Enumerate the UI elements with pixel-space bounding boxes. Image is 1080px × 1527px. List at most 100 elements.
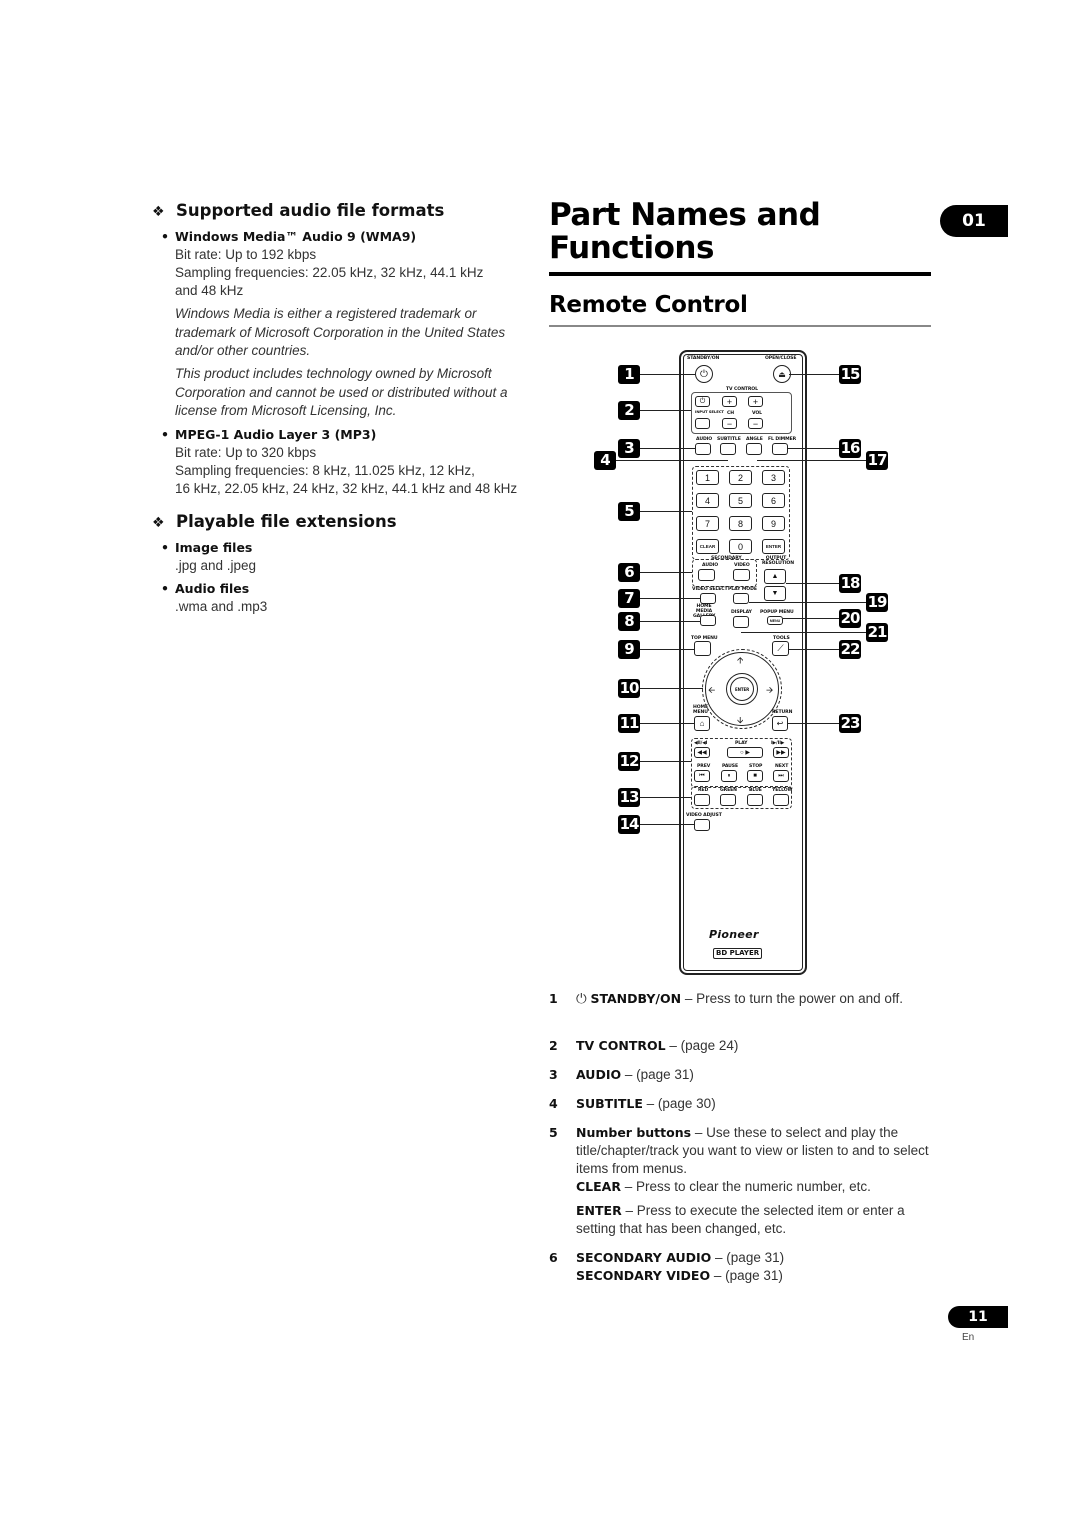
power-icon: ⏻ bbox=[576, 991, 591, 1006]
dpad-enter-button[interactable]: ENTER bbox=[730, 677, 754, 701]
pause-button[interactable]: ⏸ bbox=[721, 770, 737, 782]
skip-forward-icon: ⏭ bbox=[778, 772, 784, 779]
output-resolution-up-button[interactable]: ▲ bbox=[764, 569, 786, 584]
home-icon: ⌂ bbox=[699, 719, 705, 728]
top-menu-button[interactable] bbox=[694, 641, 711, 656]
triangle-down-icon: ▼ bbox=[771, 590, 779, 597]
tv-vol-up-button[interactable]: + bbox=[748, 396, 763, 407]
dpad-right-button[interactable]: 🡪 bbox=[766, 683, 773, 699]
display-button[interactable] bbox=[733, 616, 749, 628]
video-adjust-button[interactable] bbox=[694, 819, 710, 831]
callout-badge-19: 19 bbox=[866, 593, 888, 612]
standby-button[interactable]: ⏻ bbox=[695, 365, 713, 383]
ext-value-audio: .wma and .mp3 bbox=[175, 599, 268, 614]
play-mode-button[interactable] bbox=[733, 593, 749, 604]
subtitle-button[interactable] bbox=[720, 443, 736, 455]
desc-term: STANDBY/ON bbox=[590, 991, 682, 1006]
numpad-button-7[interactable]: 7 bbox=[696, 516, 719, 531]
callout-badge-11: 11 bbox=[618, 714, 640, 733]
heading-text: Playable file extensions bbox=[176, 512, 397, 531]
tv-ch-up-button[interactable]: + bbox=[722, 396, 737, 407]
callout-line bbox=[640, 572, 692, 574]
tv-power-button[interactable]: ⏻ bbox=[695, 396, 710, 407]
secondary-audio-button[interactable] bbox=[698, 569, 715, 581]
desc-term: SUBTITLE bbox=[576, 1096, 643, 1111]
arrow-left-icon: 🡨 bbox=[708, 685, 716, 695]
numpad-button-enter[interactable]: ENTER bbox=[762, 539, 785, 554]
section-heading-file-extensions: ❖ Playable file extensions bbox=[152, 512, 397, 531]
numpad-button-3[interactable]: 3 bbox=[762, 470, 785, 485]
green-button[interactable] bbox=[720, 794, 736, 806]
numpad-button-5[interactable]: 5 bbox=[729, 493, 752, 508]
ext-value-image: .jpg and .jpeg bbox=[175, 558, 257, 573]
callout-line bbox=[640, 374, 695, 376]
next-button[interactable]: ⏭ bbox=[773, 770, 789, 782]
numpad-button-8[interactable]: 8 bbox=[729, 516, 752, 531]
video-select-button[interactable] bbox=[700, 593, 716, 604]
play-button[interactable]: ○ ▶ bbox=[727, 747, 763, 758]
blue-button[interactable] bbox=[747, 794, 763, 806]
dpad-left-button[interactable]: 🡨 bbox=[708, 683, 715, 699]
desc-term: SECONDARY AUDIO bbox=[576, 1250, 712, 1265]
callout-badge-6: 6 bbox=[618, 563, 640, 582]
callout-line bbox=[640, 761, 691, 763]
desc-subtext-clear: – Press to clear the numeric number, etc… bbox=[620, 1179, 871, 1194]
callout-badge-13: 13 bbox=[618, 788, 640, 807]
tools-button[interactable]: ⟋ bbox=[772, 641, 789, 656]
stop-icon: ■ bbox=[753, 773, 757, 779]
play-icon: ○ ▶ bbox=[740, 750, 750, 756]
popup-menu-label: POPUP MENU bbox=[760, 610, 794, 615]
fast-forward-button[interactable]: ▶▶ bbox=[773, 747, 789, 758]
tv-input-select-button[interactable] bbox=[695, 418, 710, 429]
desc-term: TV CONTROL bbox=[576, 1038, 666, 1053]
numpad-button-clear[interactable]: CLEAR bbox=[696, 539, 719, 554]
heading-text: Supported audio file formats bbox=[176, 201, 445, 220]
return-icon: ↩ bbox=[776, 719, 784, 728]
arrow-up-icon: 🡩 bbox=[737, 655, 744, 665]
ch-label: CH bbox=[727, 411, 735, 416]
numpad-button-1[interactable]: 1 bbox=[696, 470, 719, 485]
rewind-button[interactable]: ◀◀ bbox=[694, 747, 710, 758]
numpad-button-4[interactable]: 4 bbox=[696, 493, 719, 508]
play-label: PLAY bbox=[735, 741, 748, 746]
return-button[interactable]: ↩ bbox=[772, 716, 788, 731]
callout-badge-14: 14 bbox=[618, 815, 640, 834]
section-title-remote-control: Remote Control bbox=[549, 292, 748, 318]
arrow-down-icon: 🡫 bbox=[737, 715, 744, 725]
tv-ch-down-button[interactable]: − bbox=[722, 418, 737, 429]
numpad-button-2[interactable]: 2 bbox=[729, 470, 752, 485]
popup-menu-button[interactable]: MENU bbox=[767, 616, 783, 625]
prev-button[interactable]: ⏮ bbox=[694, 770, 710, 782]
callout-badge-15: 15 bbox=[839, 365, 861, 384]
callout-line bbox=[757, 460, 866, 462]
dpad-up-button[interactable]: 🡩 bbox=[737, 653, 743, 669]
ext-title-audio: Audio files bbox=[161, 581, 249, 596]
language-code: En bbox=[962, 1332, 975, 1343]
desc-text: – (page 24) bbox=[665, 1038, 739, 1053]
callout-badge-8: 8 bbox=[618, 612, 640, 631]
home-menu-button[interactable]: ⌂ bbox=[694, 716, 710, 731]
angle-button[interactable] bbox=[746, 443, 762, 455]
callout-badge-16: 16 bbox=[839, 439, 861, 458]
output-resolution-down-button[interactable]: ▼ bbox=[764, 586, 786, 601]
fl-dimmer-button[interactable] bbox=[772, 443, 788, 455]
dpad-down-button[interactable]: 🡫 bbox=[737, 713, 743, 729]
callout-line bbox=[640, 688, 703, 690]
red-button[interactable] bbox=[694, 794, 710, 806]
title-rule bbox=[549, 272, 931, 276]
desc-term: AUDIO bbox=[576, 1067, 622, 1082]
section-rule bbox=[549, 325, 931, 327]
home-media-gallery-button[interactable] bbox=[700, 615, 716, 626]
audio-button[interactable] bbox=[695, 443, 711, 455]
secondary-video-button[interactable] bbox=[733, 569, 750, 581]
numpad-button-6[interactable]: 6 bbox=[762, 493, 785, 508]
tv-vol-down-button[interactable]: − bbox=[748, 418, 763, 429]
skip-back-icon: ⏮ bbox=[699, 772, 705, 779]
yellow-button[interactable] bbox=[773, 794, 789, 806]
callout-badge-23: 23 bbox=[839, 714, 861, 733]
pause-label: PAUSE bbox=[722, 764, 739, 769]
stop-button[interactable]: ■ bbox=[747, 770, 763, 782]
standby-label: STANDBY/ON bbox=[687, 356, 720, 361]
numpad-button-9[interactable]: 9 bbox=[762, 516, 785, 531]
numpad-button-0[interactable]: 0 bbox=[729, 539, 752, 554]
